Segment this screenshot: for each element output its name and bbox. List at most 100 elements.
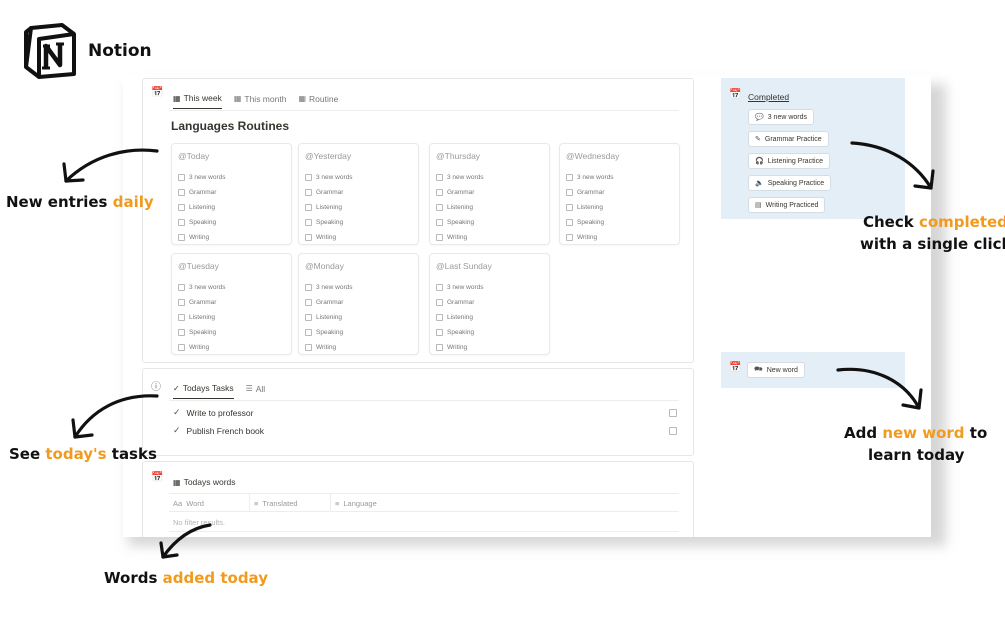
column-language[interactable]: ≡ Language: [335, 499, 377, 508]
routine-task[interactable]: Speaking: [305, 215, 353, 230]
day-card-last-sunday[interactable]: @Last Sunday 3 new words Grammar Listeni…: [429, 253, 550, 355]
checkbox[interactable]: [305, 219, 312, 226]
checkbox[interactable]: [178, 299, 185, 306]
checkbox[interactable]: [305, 344, 312, 351]
routine-task[interactable]: 3 new words: [436, 280, 484, 295]
checkbox[interactable]: [305, 284, 312, 291]
tab-this-week[interactable]: ▦ This week: [173, 93, 222, 109]
checkbox[interactable]: [566, 234, 573, 241]
checkbox[interactable]: [436, 284, 443, 291]
checkbox[interactable]: [436, 219, 443, 226]
routine-task[interactable]: Listening: [566, 200, 614, 215]
checkbox[interactable]: [436, 204, 443, 211]
checkbox[interactable]: [178, 219, 185, 226]
routine-task[interactable]: 3 new words: [566, 170, 614, 185]
tab-todays-words[interactable]: ▦ Todays words: [173, 477, 236, 492]
checkbox[interactable]: [566, 174, 573, 181]
chip-writing-practiced[interactable]: ▤ Writing Practiced: [748, 197, 826, 213]
routine-task[interactable]: Speaking: [178, 215, 226, 230]
routine-task[interactable]: Listening: [436, 310, 484, 325]
checkbox[interactable]: [305, 329, 312, 336]
routine-task[interactable]: Grammar: [566, 185, 614, 200]
checkbox[interactable]: [566, 189, 573, 196]
checkbox[interactable]: [436, 344, 443, 351]
checkbox[interactable]: [305, 204, 312, 211]
checkbox[interactable]: [436, 329, 443, 336]
routine-task[interactable]: Grammar: [305, 185, 353, 200]
routine-task[interactable]: Speaking: [436, 325, 484, 340]
checkbox[interactable]: [178, 204, 185, 211]
routine-task[interactable]: 3 new words: [436, 170, 484, 185]
routine-task[interactable]: 3 new words: [178, 170, 226, 185]
routine-task[interactable]: Listening: [305, 200, 353, 215]
routine-task[interactable]: Listening: [436, 200, 484, 215]
routine-task[interactable]: Writing: [305, 340, 353, 355]
routine-task[interactable]: Speaking: [305, 325, 353, 340]
routine-task[interactable]: Speaking: [436, 215, 484, 230]
checkbox[interactable]: [178, 344, 185, 351]
day-card-thursday[interactable]: @Thursday 3 new words Grammar Listening …: [429, 143, 550, 245]
chip-3-new-words[interactable]: 💬 3 new words: [748, 109, 815, 125]
routine-task[interactable]: Writing: [305, 230, 353, 245]
day-card-tuesday[interactable]: @Tuesday 3 new words Grammar Listening S…: [171, 253, 292, 355]
checkbox[interactable]: [305, 314, 312, 321]
task-row[interactable]: ✓ Write to professor: [173, 407, 253, 418]
routine-task[interactable]: 3 new words: [178, 280, 226, 295]
tab-all[interactable]: ☰ All: [246, 383, 266, 399]
tab-this-month[interactable]: ▦ This month: [234, 93, 287, 109]
routine-task[interactable]: Listening: [305, 310, 353, 325]
checkbox[interactable]: [305, 299, 312, 306]
routine-task[interactable]: Grammar: [436, 295, 484, 310]
checkbox[interactable]: [436, 189, 443, 196]
checkbox[interactable]: [436, 234, 443, 241]
checkbox[interactable]: [566, 204, 573, 211]
checkbox[interactable]: [566, 219, 573, 226]
day-card-yesterday[interactable]: @Yesterday 3 new words Grammar Listening…: [298, 143, 419, 245]
routine-task[interactable]: Grammar: [305, 295, 353, 310]
routine-task[interactable]: Grammar: [436, 185, 484, 200]
day-card-today[interactable]: @Today 3 new words Grammar Listening Spe…: [171, 143, 292, 245]
checkbox[interactable]: [436, 314, 443, 321]
routine-task[interactable]: Writing: [178, 340, 226, 355]
routine-task[interactable]: Grammar: [178, 295, 226, 310]
routine-task[interactable]: Writing: [178, 230, 226, 245]
tab-todays-tasks[interactable]: ✓ Todays Tasks: [173, 383, 234, 399]
routine-task-label: 3 new words: [577, 174, 614, 181]
checkbox[interactable]: [178, 189, 185, 196]
task-checkbox[interactable]: [669, 409, 677, 417]
checkbox[interactable]: [178, 234, 185, 241]
routine-task[interactable]: Writing: [566, 230, 614, 245]
tab-routine[interactable]: ▦ Routine: [298, 93, 338, 109]
checkbox[interactable]: [178, 329, 185, 336]
chip-speaking-practice[interactable]: 🔈 Speaking Practice: [748, 175, 832, 191]
checkbox[interactable]: [305, 174, 312, 181]
routine-task-label: 3 new words: [447, 174, 484, 181]
routine-task[interactable]: Writing: [436, 340, 484, 355]
task-checkbox[interactable]: [669, 427, 677, 435]
routine-task[interactable]: Listening: [178, 200, 226, 215]
chip-grammar-practice[interactable]: ✎ Grammar Practice: [748, 131, 829, 147]
routine-task[interactable]: 3 new words: [305, 170, 353, 185]
checkbox[interactable]: [178, 174, 185, 181]
checkbox[interactable]: [305, 189, 312, 196]
checkbox[interactable]: [305, 234, 312, 241]
day-card-wednesday[interactable]: @Wednesday 3 new words Grammar Listening…: [559, 143, 680, 245]
routine-task[interactable]: Speaking: [178, 325, 226, 340]
completed-link[interactable]: Completed: [748, 92, 789, 102]
day-card-monday[interactable]: @Monday 3 new words Grammar Listening Sp…: [298, 253, 419, 355]
routine-task[interactable]: Speaking: [566, 215, 614, 230]
routine-task-label: Listening: [189, 314, 216, 321]
new-word-button[interactable]: 🗪 New word: [747, 362, 805, 378]
chip-listening-practice[interactable]: 🎧 Listening Practice: [748, 153, 830, 169]
routine-task[interactable]: 3 new words: [305, 280, 353, 295]
routine-task[interactable]: Grammar: [178, 185, 226, 200]
routine-task[interactable]: Writing: [436, 230, 484, 245]
task-row[interactable]: ✓ Publish French book: [173, 425, 264, 436]
checkbox[interactable]: [436, 174, 443, 181]
column-translated[interactable]: ≡ Translated: [254, 499, 298, 508]
checkbox[interactable]: [178, 284, 185, 291]
checkbox[interactable]: [178, 314, 185, 321]
routine-task[interactable]: Listening: [178, 310, 226, 325]
checkbox[interactable]: [436, 299, 443, 306]
column-word[interactable]: Aa Word: [173, 499, 204, 508]
